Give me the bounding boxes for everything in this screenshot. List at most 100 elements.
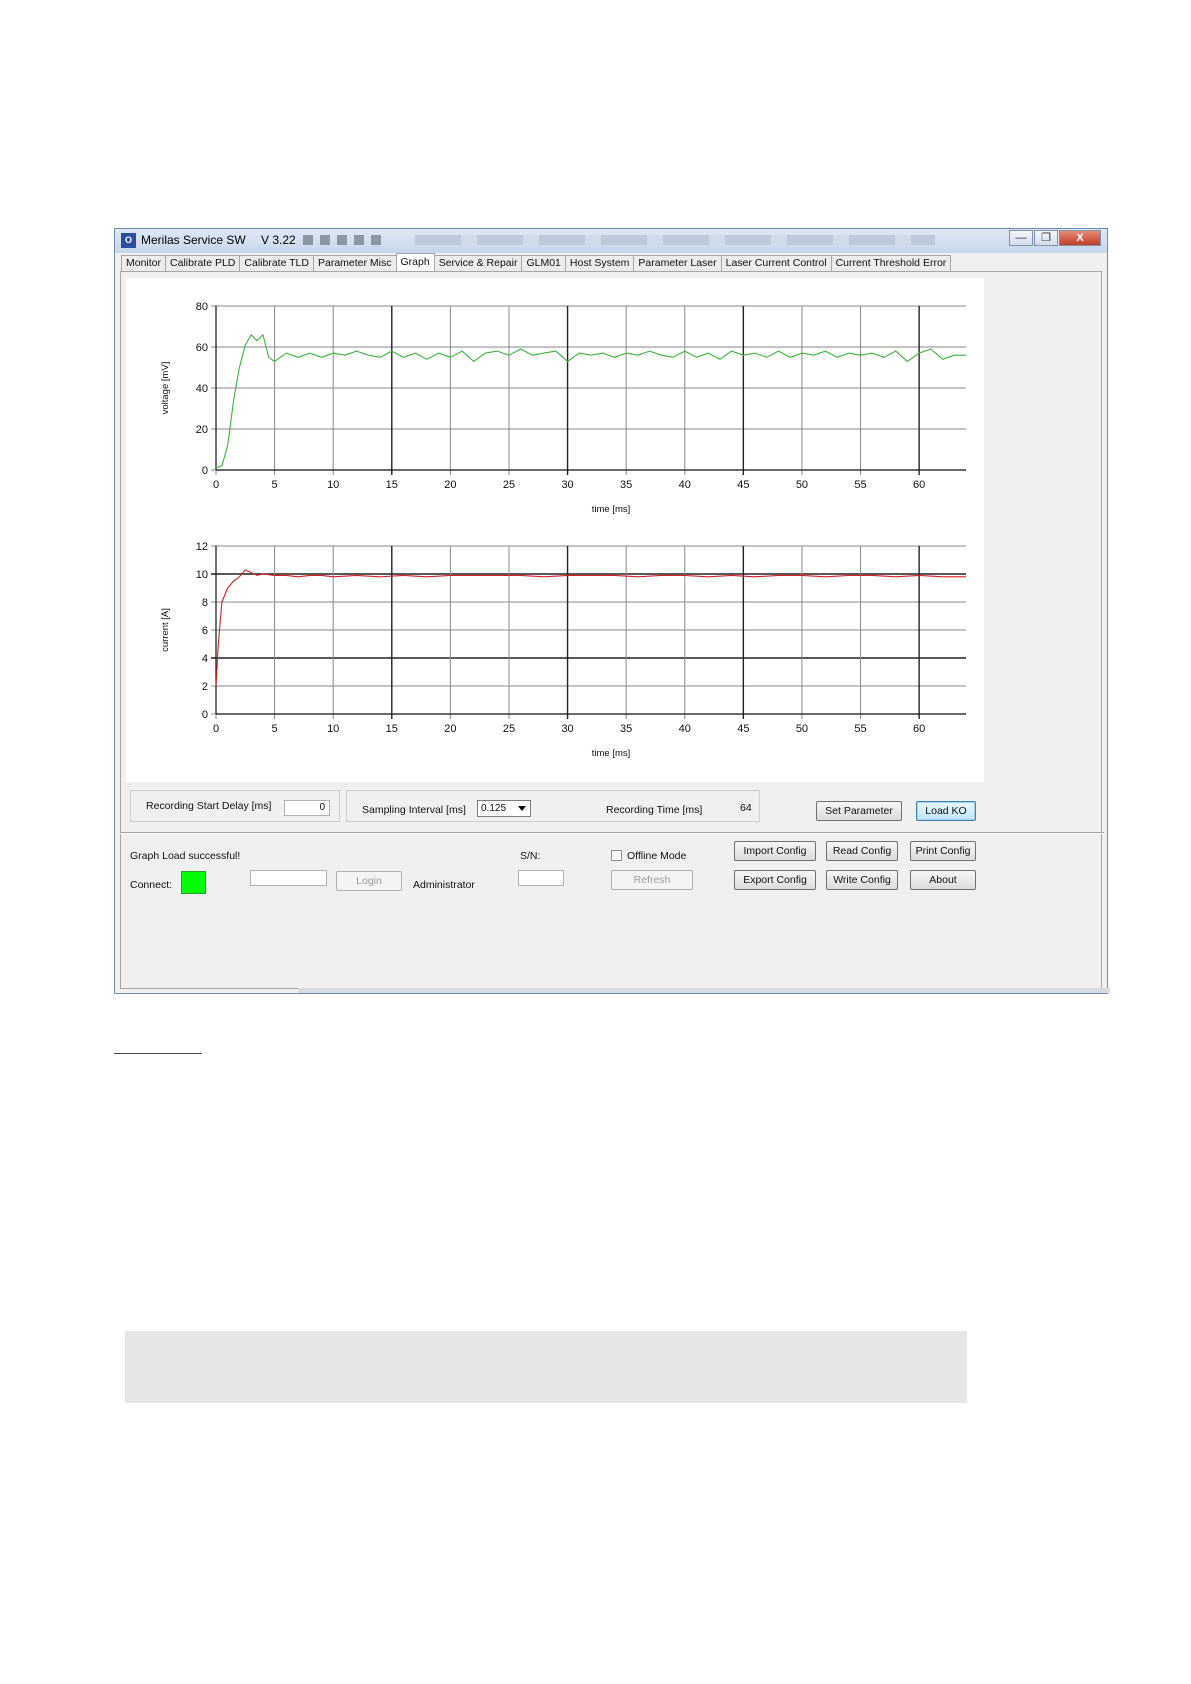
sampling-interval-label: Sampling Interval [ms]: [362, 804, 466, 816]
x-tick-label: 50: [796, 723, 808, 735]
x-tick-label: 35: [620, 723, 632, 735]
x-tick-label: 20: [444, 479, 456, 491]
x-tick-label: 30: [561, 479, 573, 491]
about-button[interactable]: About: [910, 870, 976, 890]
x-tick-label: 55: [854, 723, 866, 735]
x-tick-label: 50: [796, 479, 808, 491]
toolbar-icon[interactable]: [320, 235, 330, 245]
set-parameter-button[interactable]: Set Parameter: [816, 801, 902, 821]
charts-svg: 0204060800 5 10 15 20 25 30 35 40 45 50 55 60time [m…: [160, 301, 966, 759]
read-config-button[interactable]: Read Config: [826, 841, 898, 861]
x-tick-label: 40: [679, 723, 691, 735]
recording-time-label: Recording Time [ms]: [606, 804, 703, 816]
current-series-line: [215, 569, 966, 687]
status-message: Graph Load successful!: [130, 850, 241, 862]
plot-area: 0 20 40 60 80 0 5 10 15 20 25 30 35 40 45 50 55 60 time [m…: [126, 278, 984, 782]
y-tick-label: 2: [202, 681, 208, 693]
y-axis-label: voltage [mV]: [160, 362, 171, 415]
title-bar[interactable]: O Merilas Service SW V 3.22 — ❐ X: [115, 229, 1107, 253]
recording-time-value: 64: [740, 802, 752, 814]
toolbar-icon[interactable]: [371, 235, 381, 245]
x-tick-label: 10: [327, 479, 339, 491]
refresh-button[interactable]: Refresh: [611, 870, 693, 890]
quick-toolbar: [303, 235, 388, 248]
x-tick-label: 10: [327, 723, 339, 735]
horizontal-scrollbar[interactable]: [298, 988, 1110, 993]
y-tick-label: 80: [196, 301, 208, 313]
x-tick-label: 60: [913, 723, 925, 735]
y-tick-label: 6: [202, 625, 208, 637]
tab-calibrate-pld[interactable]: Calibrate PLD: [165, 255, 241, 271]
tab-parameter-laser[interactable]: Parameter Laser: [633, 255, 722, 271]
load-ko-button[interactable]: Load KO: [916, 801, 976, 821]
toolbar-icon[interactable]: [337, 235, 347, 245]
tab-current-threshold-error[interactable]: Current Threshold Error: [830, 255, 952, 271]
app-logo-icon: O: [121, 233, 136, 248]
export-config-button[interactable]: Export Config: [734, 870, 816, 890]
login-button[interactable]: Login: [336, 871, 402, 891]
maximize-icon[interactable]: ❐: [1034, 230, 1058, 246]
sn-label: S/N:: [520, 850, 541, 862]
window-version: V 3.22: [261, 233, 296, 247]
document-gray-box: [125, 1331, 967, 1403]
x-tick-label: 45: [737, 723, 749, 735]
tab-monitor[interactable]: Monitor: [121, 255, 167, 271]
write-config-button[interactable]: Write Config: [826, 870, 898, 890]
password-field[interactable]: [250, 870, 327, 886]
y-tick-label: 4: [202, 653, 208, 665]
print-config-button[interactable]: Print Config: [910, 841, 976, 861]
y-tick-label: 0: [202, 465, 208, 477]
document-underline: [114, 1053, 202, 1054]
tab-calibrate-tld[interactable]: Calibrate TLD: [239, 255, 314, 271]
x-tick-label: 40: [679, 479, 691, 491]
offline-mode-checkbox[interactable]: [611, 850, 622, 861]
x-tick-label: 45: [737, 479, 749, 491]
x-tick-label: 5: [272, 723, 278, 735]
recording-start-delay-label: Recording Start Delay [ms]: [146, 800, 272, 812]
x-axis-label: time [ms]: [592, 748, 631, 759]
user-role: Administrator: [413, 879, 475, 891]
panel-separator: [120, 832, 1104, 834]
recording-start-delay-input[interactable]: 0: [284, 800, 330, 816]
minimize-icon[interactable]: —: [1009, 230, 1033, 246]
tab-strip: Monitor Calibrate PLD Calibrate TLD Para…: [121, 253, 952, 271]
toolbar-icon[interactable]: [354, 235, 364, 245]
connect-label: Connect:: [130, 879, 173, 891]
y-tick-label: 60: [196, 342, 208, 354]
toolbar-icon[interactable]: [303, 235, 313, 245]
window-title: Merilas Service SW: [141, 233, 246, 247]
sn-field[interactable]: [518, 870, 564, 886]
blurred-taskbar-region: [415, 235, 935, 245]
x-tick-label: 15: [386, 479, 398, 491]
x-tick-label: 25: [503, 479, 515, 491]
close-icon[interactable]: X: [1059, 230, 1101, 246]
x-tick-label: 30: [561, 723, 573, 735]
sampling-interval-select[interactable]: 0.125: [477, 800, 531, 817]
y-tick-label: 40: [196, 383, 208, 395]
x-tick-label: 0: [213, 479, 219, 491]
import-config-button[interactable]: Import Config: [734, 841, 816, 861]
x-tick-label: 55: [854, 479, 866, 491]
tab-graph[interactable]: Graph: [395, 253, 435, 271]
tab-host-system[interactable]: Host System: [564, 255, 635, 271]
x-tick-label: 25: [503, 723, 515, 735]
x-tick-label: 5: [272, 479, 278, 491]
x-tick-label: 60: [913, 479, 925, 491]
y-tick-label: 12: [196, 541, 208, 553]
tab-glm01[interactable]: GLM01: [521, 255, 566, 271]
x-tick-label: 35: [620, 479, 632, 491]
window-controls: — ❐ X: [1008, 230, 1101, 246]
x-axis-label: time [ms]: [592, 504, 631, 515]
sampling-interval-value: 0.125: [481, 803, 507, 814]
x-tick-label: 15: [386, 723, 398, 735]
voltage-series-line: [215, 334, 966, 469]
tab-laser-current-control[interactable]: Laser Current Control: [720, 255, 832, 271]
chevron-down-icon: [518, 806, 526, 811]
connect-status-indicator: [181, 871, 206, 894]
offline-mode-label: Offline Mode: [627, 850, 687, 862]
y-tick-label: 20: [196, 424, 208, 436]
tab-parameter-misc[interactable]: Parameter Misc: [312, 255, 397, 271]
tab-service-repair[interactable]: Service & Repair: [433, 255, 523, 271]
x-tick-label: 0: [213, 723, 219, 735]
x-tick-label: 20: [444, 723, 456, 735]
